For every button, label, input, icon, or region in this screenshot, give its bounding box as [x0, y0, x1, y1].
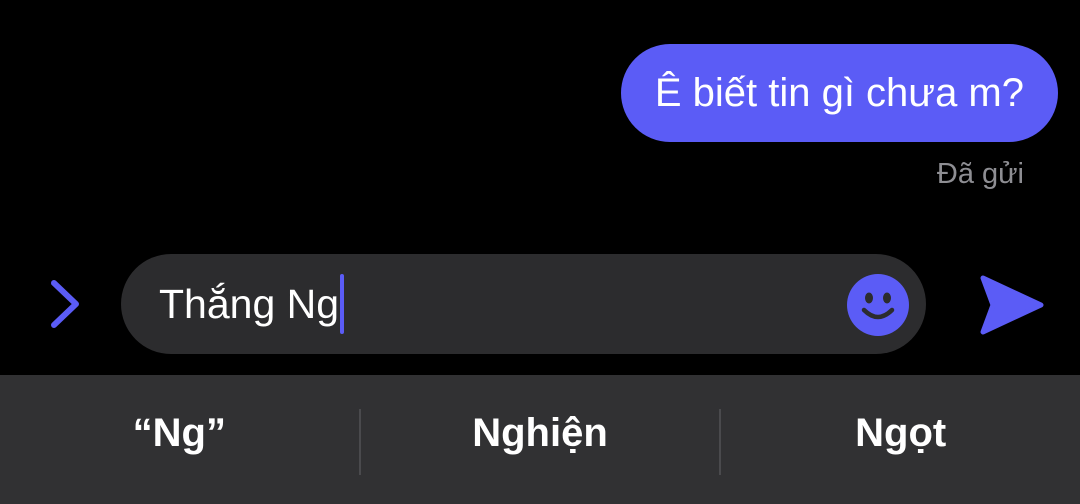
message-input-value: Thắng Ng: [159, 281, 340, 327]
delivery-status: Đã gửi: [936, 158, 1024, 190]
message-composer: Thắng Ng: [0, 254, 1080, 354]
emoji-button[interactable]: [847, 274, 909, 336]
quicktype-suggestion-bar: “Ng” Nghiện Ngọt: [0, 375, 1080, 504]
sent-message-bubble[interactable]: Ê biết tin gì chưa m?: [620, 44, 1058, 142]
suggestion-ngot[interactable]: Ngọt: [721, 375, 1080, 504]
paper-plane-icon: [980, 275, 1044, 335]
expand-button[interactable]: [36, 276, 92, 332]
smiley-face-icon: [847, 274, 909, 336]
message-input-content[interactable]: Thắng Ng: [159, 254, 345, 354]
chevron-right-icon: [51, 280, 79, 328]
suggestion-nghien[interactable]: Nghiện: [361, 375, 720, 504]
send-button[interactable]: [976, 274, 1046, 336]
text-cursor: [340, 274, 345, 334]
message-input-field[interactable]: Thắng Ng: [121, 254, 926, 354]
message-thread: Ê biết tin gì chưa m? Đã gửi: [0, 0, 1080, 240]
suggestion-literal[interactable]: “Ng”: [0, 375, 359, 504]
